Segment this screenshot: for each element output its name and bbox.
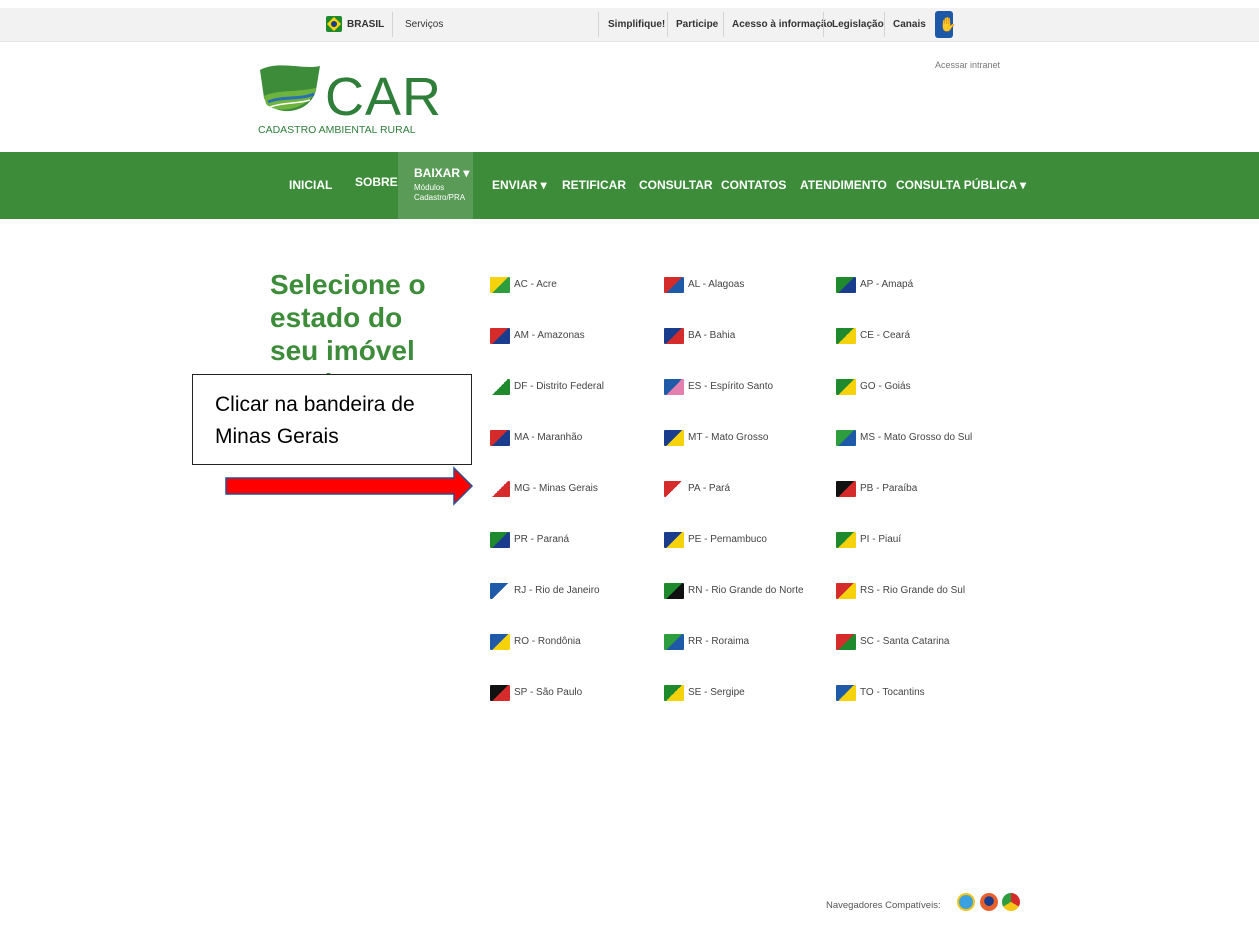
nav-consultar[interactable]: CONSULTAR xyxy=(639,152,713,219)
state-flag-icon[interactable] xyxy=(490,583,510,599)
state-flag-icon[interactable] xyxy=(836,532,856,548)
state-flag-icon[interactable] xyxy=(664,328,684,344)
state-label[interactable]: SP - São Paulo xyxy=(514,687,582,698)
state-label[interactable]: ES - Espírito Santo xyxy=(688,381,773,392)
participe-link[interactable]: Participe xyxy=(676,8,718,41)
state-label[interactable]: PE - Pernambuco xyxy=(688,534,767,545)
state-label[interactable]: CE - Ceará xyxy=(860,330,910,341)
state-flag-icon[interactable] xyxy=(836,481,856,497)
state-label[interactable]: GO - Goiás xyxy=(860,381,911,392)
state-label[interactable]: MT - Mato Grosso xyxy=(688,432,768,443)
state-label[interactable]: RO - Rondônia xyxy=(514,636,581,647)
callout-text: Clicar na bandeira de Minas Gerais xyxy=(215,393,415,448)
nav-retificar[interactable]: RETIFICAR xyxy=(562,152,626,219)
nav-consulta-publica[interactable]: CONSULTA PÚBLICA ▾ xyxy=(896,152,1026,219)
nav-inicial[interactable]: INICIAL xyxy=(289,152,332,219)
state-label[interactable]: BA - Bahia xyxy=(688,330,735,341)
state-flag-icon[interactable] xyxy=(490,481,510,497)
chrome-icon xyxy=(1002,893,1020,911)
state-label[interactable]: MA - Maranhão xyxy=(514,432,582,443)
state-label[interactable]: SC - Santa Catarina xyxy=(860,636,950,647)
state-flag-icon[interactable] xyxy=(490,685,510,701)
state-label[interactable]: TO - Tocantins xyxy=(860,687,925,698)
state-label[interactable]: SE - Sergipe xyxy=(688,687,745,698)
gov-top-bar: BRASIL Serviços Simplifique! Participe A… xyxy=(0,8,1259,42)
divider xyxy=(598,12,599,37)
state-label[interactable]: MG - Minas Gerais xyxy=(514,483,598,494)
state-flag-icon[interactable] xyxy=(490,379,510,395)
state-label[interactable]: RR - Roraima xyxy=(688,636,749,647)
state-flag-icon[interactable] xyxy=(836,379,856,395)
divider xyxy=(723,12,724,37)
compatible-browsers-label: Navegadores Compatíveis: xyxy=(826,900,941,911)
state-flag-icon[interactable] xyxy=(490,430,510,446)
state-flag-icon[interactable] xyxy=(836,277,856,293)
state-flag-icon[interactable] xyxy=(664,583,684,599)
state-label[interactable]: RN - Rio Grande do Norte xyxy=(688,585,804,596)
nav-sobre[interactable]: SOBRE xyxy=(355,152,398,219)
state-flag-icon[interactable] xyxy=(836,634,856,650)
state-flag-icon[interactable] xyxy=(664,379,684,395)
logo-subtitle: CADASTRO AMBIENTAL RURAL xyxy=(258,124,416,136)
state-label[interactable]: PA - Pará xyxy=(688,483,730,494)
brasil-link[interactable]: BRASIL xyxy=(347,8,384,41)
state-label[interactable]: PR - Paraná xyxy=(514,534,569,545)
state-label[interactable]: RJ - Rio de Janeiro xyxy=(514,585,600,596)
state-flag-icon[interactable] xyxy=(836,430,856,446)
nav-contatos[interactable]: CONTATOS xyxy=(721,152,786,219)
accessibility-icon[interactable]: ✋ xyxy=(935,11,956,38)
state-label[interactable]: RS - Rio Grande do Sul xyxy=(860,585,965,596)
divider xyxy=(884,12,885,37)
state-flag-icon[interactable] xyxy=(664,430,684,446)
firefox-icon xyxy=(980,893,998,911)
state-flag-icon[interactable] xyxy=(490,634,510,650)
state-flag-icon[interactable] xyxy=(490,328,510,344)
state-label[interactable]: MS - Mato Grosso do Sul xyxy=(860,432,972,443)
state-flag-icon[interactable] xyxy=(836,583,856,599)
nav-atendimento[interactable]: ATENDIMENTO xyxy=(800,152,887,219)
state-label[interactable]: AL - Alagoas xyxy=(688,279,744,290)
state-label[interactable]: PB - Paraíba xyxy=(860,483,917,494)
internet-explorer-icon xyxy=(957,893,975,911)
nav-enviar[interactable]: ENVIAR ▾ xyxy=(492,152,547,219)
state-flag-icon[interactable] xyxy=(664,481,684,497)
nav-baixar[interactable]: BAIXAR ▾ xyxy=(414,166,469,180)
state-flag-icon[interactable] xyxy=(664,685,684,701)
divider xyxy=(823,12,824,37)
state-flag-icon[interactable] xyxy=(664,532,684,548)
state-flag-icon[interactable] xyxy=(664,277,684,293)
acesso-informacao-link[interactable]: Acesso à informação xyxy=(732,8,833,41)
state-label[interactable]: AM - Amazonas xyxy=(514,330,585,341)
state-label[interactable]: AP - Amapá xyxy=(860,279,913,290)
simplifique-link[interactable]: Simplifique! xyxy=(608,8,665,41)
logo-text: CAR xyxy=(325,67,443,127)
state-flag-icon[interactable] xyxy=(836,328,856,344)
state-flag-icon[interactable] xyxy=(490,532,510,548)
state-label[interactable]: DF - Distrito Federal xyxy=(514,381,604,392)
state-flag-icon[interactable] xyxy=(836,685,856,701)
red-arrow-icon xyxy=(225,466,474,506)
divider xyxy=(392,12,393,37)
state-flag-icon[interactable] xyxy=(664,634,684,650)
brazil-flag-icon[interactable] xyxy=(326,16,342,32)
state-label[interactable]: PI - Piauí xyxy=(860,534,901,545)
nav-baixar-subtitle[interactable]: Módulos Cadastro/PRA xyxy=(414,183,474,203)
instruction-callout: Clicar na bandeira de Minas Gerais xyxy=(192,374,472,465)
state-label[interactable]: AC - Acre xyxy=(514,279,557,290)
servicos-link[interactable]: Serviços xyxy=(405,8,443,41)
main-nav: INICIAL SOBRE BAIXAR ▾ Módulos Cadastro/… xyxy=(0,152,1259,219)
state-flag-icon[interactable] xyxy=(490,277,510,293)
intranet-link[interactable]: Acessar intranet xyxy=(935,60,1000,70)
canais-link[interactable]: Canais xyxy=(893,8,926,41)
legislacao-link[interactable]: Legislação xyxy=(832,8,884,41)
divider xyxy=(667,12,668,37)
